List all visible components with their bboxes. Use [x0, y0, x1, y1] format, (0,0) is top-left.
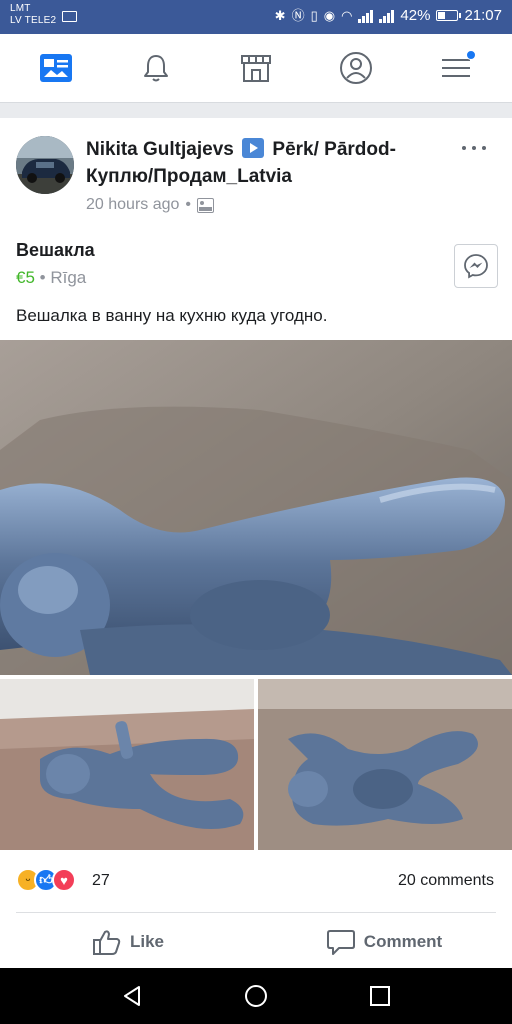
comment-label: Comment	[363, 932, 443, 951]
home-circle-icon	[245, 985, 267, 1007]
signal-icon-2	[379, 9, 395, 23]
avatar-image	[16, 136, 74, 194]
listing-title: Вешакла	[16, 240, 95, 260]
bell-icon	[144, 55, 168, 82]
meta-separator: •	[39, 268, 46, 287]
group-privacy-icon	[197, 197, 215, 213]
carrier-line-1: LMT	[10, 3, 31, 14]
post-header: Nikita Gultjajevs Pērk/ Pārdod-Куплю/Про…	[0, 118, 512, 228]
dot-icon	[462, 146, 466, 150]
listing-photo-3[interactable]	[258, 679, 512, 850]
recents-square-icon	[370, 986, 390, 1006]
clock: 21:07	[464, 7, 502, 24]
love-reaction-icon: ♥	[52, 868, 76, 892]
recents-button[interactable]	[360, 976, 400, 1016]
listing-description: Вешалка в ванну на кухню куда угодно.	[16, 306, 328, 325]
like-button[interactable]: Like	[0, 916, 256, 968]
feed-separator	[0, 102, 512, 118]
notifications-tab[interactable]	[126, 43, 186, 93]
price-location-line: €5 • Rīga	[16, 268, 86, 288]
battery-icon	[436, 10, 462, 21]
news-feed-tab[interactable]	[26, 43, 86, 93]
author-name[interactable]: Nikita Gultjajevs	[86, 139, 234, 160]
meta-separator: •	[185, 196, 192, 213]
home-button[interactable]	[236, 976, 276, 1016]
top-nav-bar	[0, 34, 512, 102]
author-avatar[interactable]	[16, 136, 74, 194]
post-actions: Like Comment	[0, 916, 512, 968]
profile-icon	[340, 52, 372, 84]
marketplace-tab[interactable]	[226, 43, 286, 93]
listing-photo-main[interactable]	[0, 340, 512, 675]
thumbs-up-icon	[92, 930, 121, 955]
eye-comfort-icon: ◉	[323, 7, 336, 23]
messenger-icon	[464, 254, 488, 279]
reactions-summary[interactable]: ᵕ 👍︎ ♥ 27 20 comments	[0, 858, 512, 910]
hanger-photo-2	[0, 679, 254, 850]
listing-price: €5	[16, 268, 35, 287]
dot-icon	[472, 146, 476, 150]
reaction-count[interactable]: 27	[92, 872, 110, 890]
comment-count[interactable]: 20 comments	[398, 872, 494, 890]
back-button[interactable]	[112, 976, 152, 1016]
battery-fill	[438, 12, 446, 19]
comment-button[interactable]: Comment	[256, 916, 512, 968]
post-meta: 20 hours ago •	[86, 196, 215, 214]
dot-icon	[482, 146, 486, 150]
battery-percent: 42%	[400, 7, 431, 24]
post-author-line: Nikita Gultjajevs Pērk/ Pārdod-Куплю/Про…	[86, 136, 456, 190]
news-feed-icon	[40, 54, 72, 82]
more-options-button[interactable]	[456, 136, 492, 160]
profile-tab[interactable]	[326, 43, 386, 93]
wifi-icon: ◠	[341, 7, 353, 23]
shared-to-arrow-icon	[242, 138, 265, 158]
marketplace-icon	[241, 55, 271, 82]
comment-icon	[326, 930, 355, 955]
menu-tab[interactable]	[426, 43, 486, 93]
carrier-label: LMT LV TELE2	[10, 3, 56, 27]
listing-photo-2[interactable]	[0, 679, 254, 850]
reaction-icons: ᵕ 👍︎ ♥	[16, 868, 76, 892]
status-bar: LMT LV TELE2 ✱ Ⓝ ▯ ◉ ◠ 42% 21:07	[0, 0, 512, 34]
bluetooth-icon: ✱	[274, 7, 286, 23]
message-seller-button[interactable]	[454, 244, 498, 288]
actions-divider	[16, 912, 496, 913]
mail-icon	[62, 11, 77, 22]
hanger-photo-1	[0, 340, 512, 675]
back-triangle-icon	[124, 986, 140, 1006]
status-icons: ✱ Ⓝ ▯ ◉ ◠ 42% 21:07	[275, 7, 502, 24]
signal-icon	[358, 9, 374, 23]
carrier-line-2: LV TELE2	[10, 15, 57, 26]
nfc-icon: Ⓝ	[291, 7, 305, 23]
listing-location: Rīga	[50, 268, 87, 287]
vibrate-icon: ▯	[310, 7, 318, 23]
system-nav-bar	[0, 968, 512, 1024]
like-label: Like	[129, 932, 165, 951]
notification-dot	[466, 50, 476, 60]
post-timestamp[interactable]: 20 hours ago	[86, 196, 179, 214]
hanger-photo-3	[258, 679, 512, 850]
